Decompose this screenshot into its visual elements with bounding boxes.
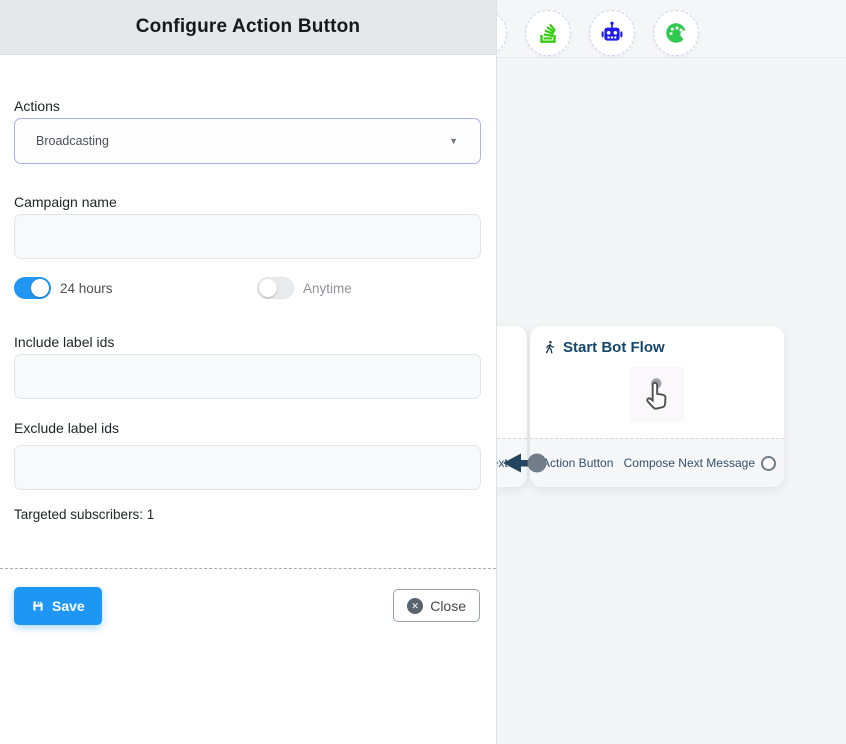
actions-label: Actions	[14, 98, 60, 114]
toggle-24h[interactable]	[14, 277, 51, 299]
toggle-24h-group: 24 hours	[14, 277, 257, 299]
stack-layers-icon	[535, 20, 561, 46]
robot-icon	[599, 20, 625, 46]
hand-pointer-icon[interactable]	[630, 367, 684, 422]
connector-port-circle[interactable]	[761, 456, 776, 471]
card-title: Start Bot Flow	[563, 339, 665, 356]
partial-port-label: Next	[497, 456, 508, 470]
walking-person-icon	[542, 339, 557, 356]
campaign-name-label: Campaign name	[14, 194, 117, 210]
exclude-label-ids-input[interactable]	[14, 445, 481, 490]
targeted-subscribers-text: Targeted subscribers: 1	[14, 507, 154, 522]
action-button-port-label: Action Button	[542, 456, 613, 470]
toggle-anytime-group: Anytime	[257, 277, 352, 299]
include-label-ids-input[interactable]	[14, 354, 481, 399]
exclude-label-ids-label: Exclude label ids	[14, 420, 119, 436]
save-button[interactable]: Save	[14, 587, 102, 625]
toolbar-button-stack[interactable]	[525, 10, 571, 56]
chevron-down-icon: ▼	[449, 136, 458, 146]
circle-x-icon: ✕	[407, 598, 423, 614]
partial-flow-card[interactable]: Next	[497, 326, 527, 487]
palette-icon	[663, 20, 689, 46]
include-label-ids-label: Include label ids	[14, 334, 114, 350]
save-button-label: Save	[52, 598, 85, 614]
toolbar-button-theme[interactable]	[653, 10, 699, 56]
partial-card-footer: Next	[497, 438, 527, 487]
compose-next-message-port: Compose Next Message	[624, 456, 776, 471]
close-button-label: Close	[430, 598, 466, 614]
toggle-anytime[interactable]	[257, 277, 294, 299]
flow-canvas[interactable]: Next Start Bot Flow	[497, 0, 846, 744]
start-bot-flow-card[interactable]: Start Bot Flow Action Button Compose Nex…	[530, 326, 784, 487]
campaign-name-input[interactable]	[14, 214, 481, 259]
panel-header: Configure Action Button	[0, 0, 496, 55]
floppy-save-icon	[31, 599, 45, 613]
toggle-24h-label: 24 hours	[60, 281, 113, 296]
panel-title: Configure Action Button	[136, 16, 360, 38]
card-body	[530, 356, 784, 432]
configure-action-panel: Configure Action Button Actions Broadcas…	[0, 0, 497, 744]
card-footer: Action Button Compose Next Message	[530, 438, 784, 487]
actions-selected-value: Broadcasting	[36, 134, 449, 148]
actions-select[interactable]: Broadcasting ▼	[14, 118, 481, 164]
close-button[interactable]: ✕ Close	[393, 589, 480, 622]
compose-next-message-label: Compose Next Message	[624, 456, 755, 470]
toggle-anytime-label: Anytime	[303, 281, 352, 296]
schedule-toggle-row: 24 hours Anytime	[14, 277, 481, 299]
footer-divider	[0, 568, 496, 569]
toolbar-button-bot[interactable]	[589, 10, 635, 56]
card-header: Start Bot Flow	[530, 326, 784, 356]
